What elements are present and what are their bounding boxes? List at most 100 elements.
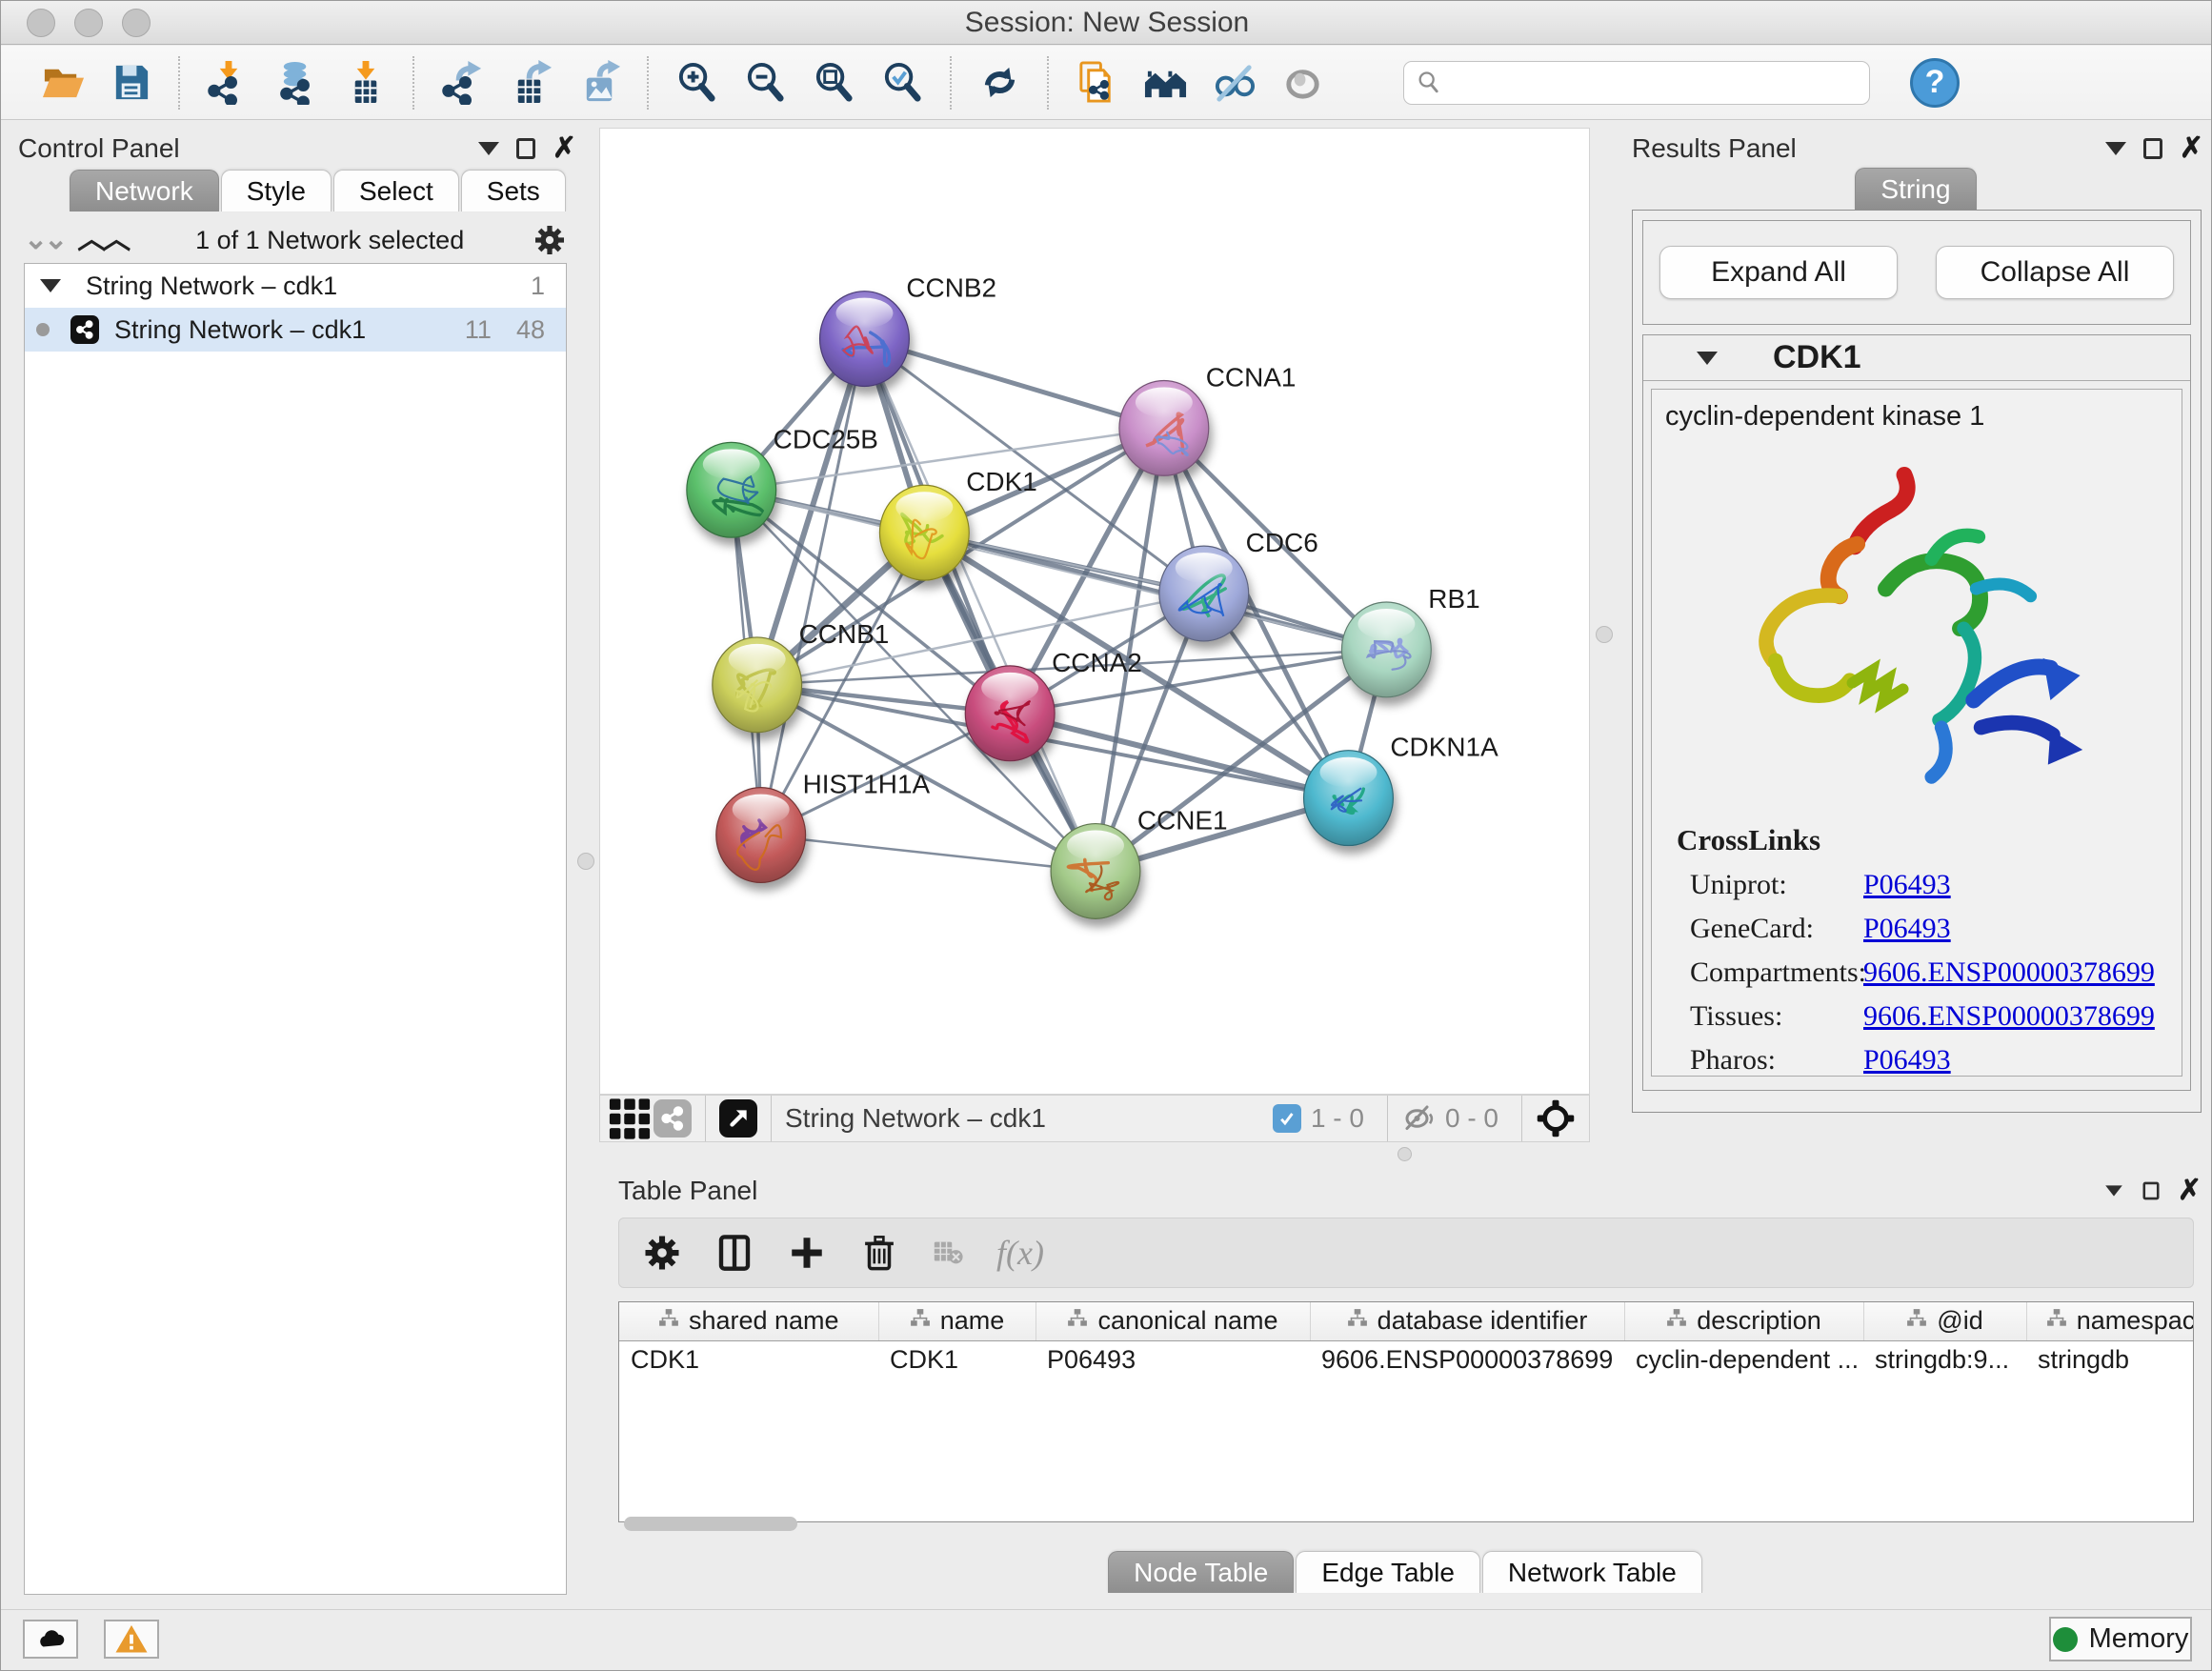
column-header-@id[interactable]: @id bbox=[1863, 1302, 2026, 1340]
horizontal-scrollbar-thumb[interactable] bbox=[624, 1517, 797, 1531]
column-header-canonical-name[interactable]: canonical name bbox=[1036, 1302, 1310, 1340]
tab-edge-table[interactable]: Edge Table bbox=[1296, 1551, 1480, 1593]
import-table-button[interactable] bbox=[338, 56, 392, 110]
network-node-CDK1[interactable] bbox=[879, 485, 969, 580]
collapse-all-button[interactable]: Collapse All bbox=[1936, 246, 2174, 299]
column-header-shared-name[interactable]: shared name bbox=[619, 1302, 878, 1340]
network-node-RB1[interactable] bbox=[1341, 602, 1431, 697]
column-header-database-identifier[interactable]: database identifier bbox=[1310, 1302, 1624, 1340]
close-panel-icon[interactable]: ✗ bbox=[2178, 1180, 2202, 1201]
network-canvas[interactable]: CCNB2CCNA1CDC25BCDK1CDC6RB1CCNB1CCNA2CDK… bbox=[599, 128, 1590, 1095]
column-header-name[interactable]: name bbox=[878, 1302, 1036, 1340]
network-node-CCNA1[interactable] bbox=[1119, 380, 1209, 475]
maximize-window-icon[interactable] bbox=[122, 9, 151, 37]
export-network-button[interactable] bbox=[435, 56, 489, 110]
float-panel-icon[interactable] bbox=[2143, 138, 2162, 159]
expand-all-button[interactable]: Expand All bbox=[1659, 246, 1898, 299]
left-splitter-handle[interactable] bbox=[577, 853, 594, 870]
float-panel-icon[interactable] bbox=[2142, 1182, 2159, 1200]
zoom-selected-button[interactable] bbox=[875, 56, 929, 110]
network-edge[interactable] bbox=[864, 339, 1163, 429]
node-table[interactable]: shared name name canonical name database id… bbox=[618, 1301, 2194, 1522]
gene-section-header[interactable]: CDK1 bbox=[1643, 335, 2190, 381]
add-row-icon[interactable] bbox=[787, 1233, 827, 1273]
show-grid-button[interactable] bbox=[608, 1092, 652, 1145]
minimize-window-icon[interactable] bbox=[74, 9, 103, 37]
close-panel-icon[interactable]: ✗ bbox=[553, 138, 576, 159]
table-cell[interactable]: P06493 bbox=[1036, 1340, 1310, 1379]
network-node-CDKN1A[interactable] bbox=[1304, 751, 1394, 846]
expand-all-networks-icon[interactable]: ︿︿ bbox=[77, 226, 127, 254]
table-cell[interactable]: cyclin-dependent ... bbox=[1624, 1340, 1863, 1379]
export-image-button[interactable] bbox=[573, 56, 626, 110]
collapse-all-networks-icon[interactable]: ⌄⌄ bbox=[24, 226, 64, 254]
tab-string[interactable]: String bbox=[1855, 168, 1976, 210]
column-header-label[interactable]: namespace bbox=[2077, 1306, 2194, 1336]
table-row[interactable]: CDK1CDK1P064939606.ENSP00000378699cyclin… bbox=[619, 1340, 2194, 1379]
fit-selected-crosshair-icon[interactable] bbox=[1536, 1098, 1576, 1138]
gene-expander-icon[interactable] bbox=[1697, 352, 1718, 365]
crosslink-link[interactable]: P06493 bbox=[1863, 913, 1951, 945]
help-button[interactable]: ? bbox=[1910, 58, 1960, 108]
column-header-label[interactable]: description bbox=[1697, 1306, 1821, 1336]
column-header-label[interactable]: canonical name bbox=[1097, 1306, 1277, 1336]
copy-network-button[interactable] bbox=[1070, 56, 1123, 110]
tab-node-table[interactable]: Node Table bbox=[1108, 1551, 1294, 1593]
column-header-label[interactable]: name bbox=[940, 1306, 1005, 1336]
collection-expander-icon[interactable] bbox=[40, 279, 61, 292]
tab-select[interactable]: Select bbox=[333, 170, 459, 211]
column-header-label[interactable]: @id bbox=[1937, 1306, 1982, 1336]
show-all-button[interactable] bbox=[1276, 56, 1329, 110]
crosslink-link[interactable]: 9606.ENSP00000378699 bbox=[1863, 956, 2155, 989]
search-input[interactable] bbox=[1442, 68, 1842, 97]
network-collection-row[interactable]: String Network – cdk1 1 bbox=[25, 264, 566, 308]
network-node-CCNB2[interactable] bbox=[820, 292, 910, 387]
float-panel-icon[interactable] bbox=[516, 138, 535, 159]
tab-sets[interactable]: Sets bbox=[461, 170, 566, 211]
bottom-splitter-handle[interactable] bbox=[1398, 1147, 1412, 1161]
title-bar[interactable]: Session: New Session bbox=[1, 1, 2212, 45]
table-cell[interactable]: CDK1 bbox=[878, 1340, 1036, 1379]
zoom-in-button[interactable] bbox=[670, 56, 723, 110]
selected-checkbox-icon[interactable] bbox=[1273, 1104, 1301, 1133]
close-panel-icon[interactable]: ✗ bbox=[2180, 138, 2203, 159]
tab-network-table[interactable]: Network Table bbox=[1482, 1551, 1702, 1593]
network-edge[interactable] bbox=[761, 339, 865, 836]
insert-column-icon[interactable] bbox=[714, 1233, 754, 1273]
network-node-CCNA2[interactable] bbox=[965, 666, 1055, 761]
column-header-label[interactable]: shared name bbox=[689, 1306, 839, 1336]
table-settings-gear-icon[interactable] bbox=[642, 1233, 682, 1273]
table-cell[interactable]: 9606.ENSP00000378699 bbox=[1310, 1340, 1624, 1379]
panel-menu-icon[interactable] bbox=[2105, 1185, 2122, 1196]
cloud-status-button[interactable] bbox=[23, 1620, 78, 1659]
network-edge[interactable] bbox=[761, 836, 1096, 872]
network-node-CCNE1[interactable] bbox=[1051, 824, 1140, 919]
open-in-window-button[interactable] bbox=[719, 1099, 757, 1137]
right-splitter-handle[interactable] bbox=[1596, 626, 1613, 643]
zoom-fit-button[interactable] bbox=[807, 56, 860, 110]
zoom-out-button[interactable] bbox=[738, 56, 792, 110]
tab-network[interactable]: Network bbox=[70, 170, 219, 211]
save-session-button[interactable] bbox=[104, 56, 157, 110]
panel-menu-icon[interactable] bbox=[2105, 142, 2126, 155]
panel-menu-icon[interactable] bbox=[478, 142, 499, 155]
network-row[interactable]: String Network – cdk1 11 48 bbox=[25, 308, 566, 352]
column-header-label[interactable]: database identifier bbox=[1377, 1306, 1588, 1336]
network-node-CCNB1[interactable] bbox=[713, 637, 802, 733]
open-session-button[interactable] bbox=[35, 56, 89, 110]
column-header-namespace[interactable]: namespace bbox=[2026, 1302, 2194, 1340]
table-cell[interactable]: stringdb:9... bbox=[1863, 1340, 2026, 1379]
export-table-button[interactable] bbox=[504, 56, 557, 110]
string-home-button[interactable] bbox=[1138, 56, 1192, 110]
hide-selected-button[interactable] bbox=[1207, 56, 1260, 110]
search-field[interactable] bbox=[1403, 61, 1870, 105]
network-node-CDC6[interactable] bbox=[1159, 546, 1249, 641]
network-options-gear-icon[interactable] bbox=[533, 223, 567, 257]
crosslink-link[interactable]: 9606.ENSP00000378699 bbox=[1863, 1000, 2155, 1033]
delete-trash-icon[interactable] bbox=[859, 1233, 899, 1273]
refresh-layout-button[interactable] bbox=[973, 56, 1026, 110]
warnings-button[interactable] bbox=[104, 1620, 159, 1659]
network-node-CDC25B[interactable] bbox=[687, 442, 776, 537]
close-window-icon[interactable] bbox=[27, 9, 55, 37]
tab-style[interactable]: Style bbox=[221, 170, 332, 211]
